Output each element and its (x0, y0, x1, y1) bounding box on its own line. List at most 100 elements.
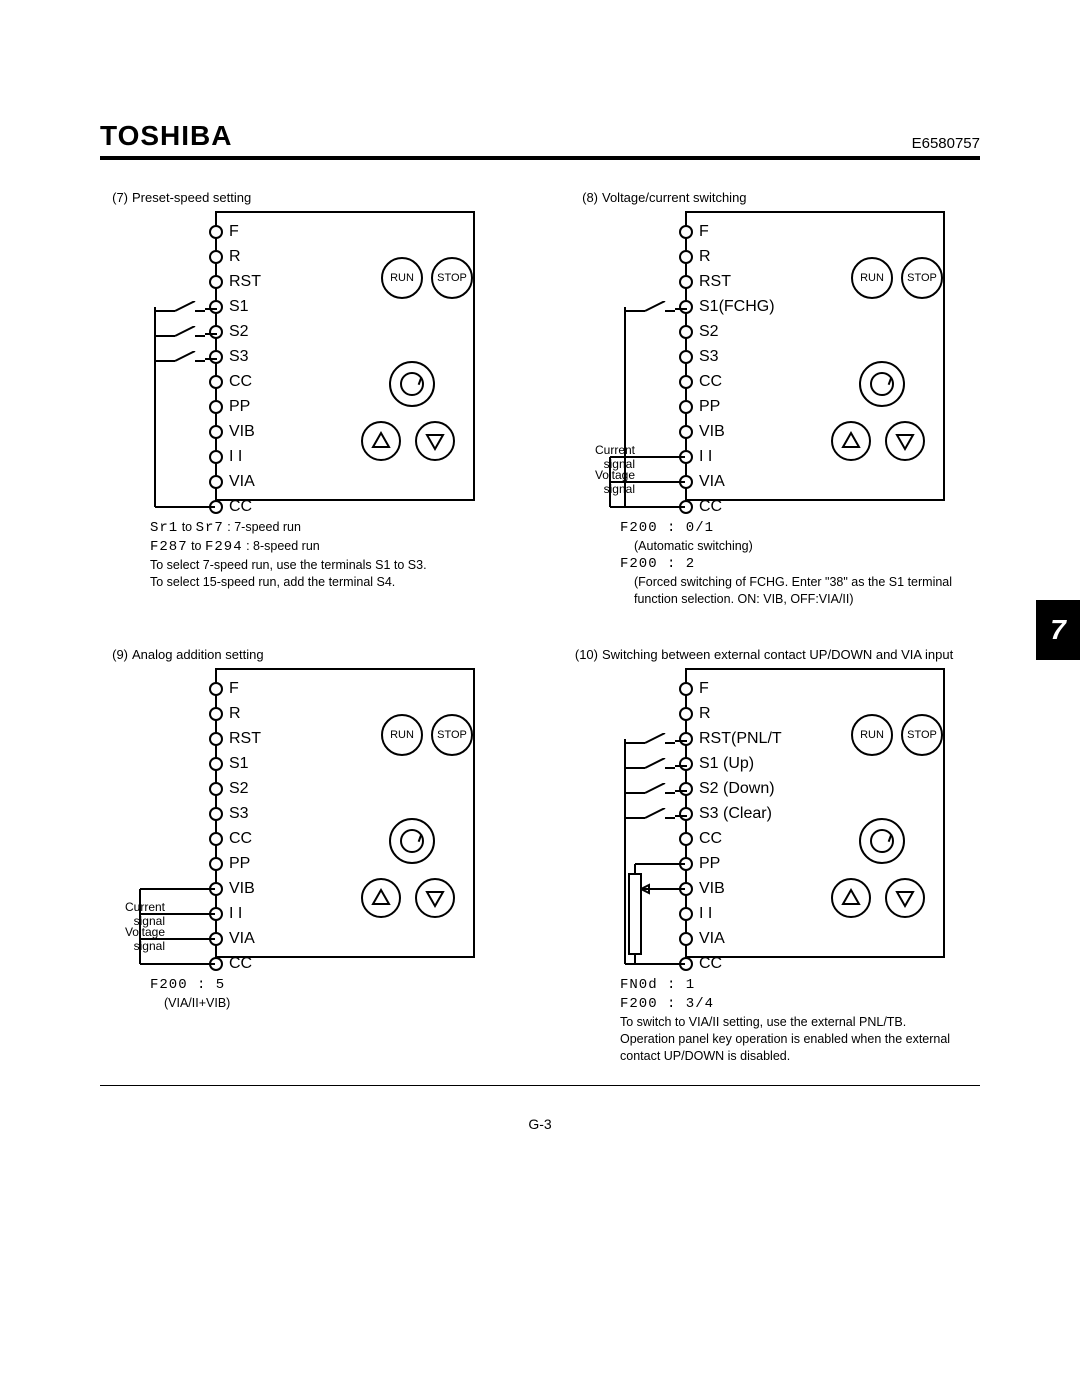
run-button[interactable]: RUN (851, 257, 893, 299)
terminal: R (221, 703, 261, 725)
run-button[interactable]: RUN (381, 714, 423, 756)
dial-knob-icon[interactable] (859, 361, 905, 407)
page-number: G-3 (100, 1116, 980, 1132)
terminal-label: F (229, 223, 239, 241)
run-button[interactable]: RUN (381, 257, 423, 299)
diagram-title: Voltage/current switching (602, 190, 747, 205)
diagram-notes: F200 : 5(VIA/II+VIB) (150, 976, 490, 1012)
down-button[interactable] (415, 421, 455, 461)
up-button[interactable] (361, 878, 401, 918)
terminal-label: CC (229, 830, 252, 848)
diagram-title: Analog addition setting (132, 647, 264, 662)
terminal: RST (221, 271, 261, 293)
stop-button[interactable]: STOP (431, 714, 473, 756)
terminal-label: CC (699, 498, 722, 516)
section-tab: 7 (1036, 600, 1080, 660)
run-button[interactable]: RUN (851, 714, 893, 756)
terminal-label: S1 (229, 298, 249, 316)
wiring-diagram: FR RST(PNL/T S1 (Up) S2 (Down) S3 (Clear) CC P… (595, 668, 955, 968)
diagram-number: (8) (570, 190, 598, 205)
terminal: I I (221, 446, 261, 468)
terminal-label: I I (699, 448, 712, 466)
up-button[interactable] (831, 878, 871, 918)
diagram-notes: Sr1 to Sr7 : 7-speed runF287 to F294 : 8… (150, 519, 490, 591)
dial-knob-icon[interactable] (389, 361, 435, 407)
terminal: CC (221, 371, 261, 393)
doc-id: E6580757 (912, 135, 980, 152)
terminal-label: R (229, 248, 241, 266)
terminal-label: S3 (229, 805, 249, 823)
terminal: R (691, 703, 782, 725)
terminal: S2 (221, 778, 261, 800)
diagram-number: (7) (100, 190, 128, 205)
terminal: I I (691, 446, 775, 468)
signal-label: Voltage signal (105, 925, 165, 953)
stop-button[interactable]: STOP (901, 714, 943, 756)
terminal-label: PP (229, 398, 250, 416)
down-button[interactable] (415, 878, 455, 918)
terminal: CC (691, 953, 782, 975)
terminal-label: I I (229, 448, 242, 466)
terminal-label: R (699, 248, 711, 266)
terminal-label: R (229, 705, 241, 723)
terminal: S1 (Up) (691, 753, 782, 775)
terminal: S3 (Clear) (691, 803, 782, 825)
terminal-label: S2 (Down) (699, 780, 775, 798)
contact-switch-icon (155, 301, 205, 316)
stop-button[interactable]: STOP (431, 257, 473, 299)
terminal: S2 (221, 321, 261, 343)
signal-label: Voltage signal (575, 468, 635, 496)
terminal-label: CC (229, 498, 252, 516)
contact-switch-icon (155, 326, 205, 341)
terminal-label: CC (229, 373, 252, 391)
terminal: PP (691, 853, 782, 875)
terminal-label: PP (229, 855, 250, 873)
terminal: PP (221, 853, 261, 875)
diagram-notes: FN0d : 1F200 : 3/4To switch to VIA/II se… (620, 976, 960, 1064)
terminal: S1 (221, 753, 261, 775)
terminal-label: S2 (229, 323, 249, 341)
footer-rule (100, 1085, 980, 1086)
terminal: VIA (221, 928, 261, 950)
diagram-title: Preset-speed setting (132, 190, 251, 205)
diagram-title: Switching between external contact UP/DO… (602, 647, 953, 662)
terminal: F (221, 221, 261, 243)
down-button[interactable] (885, 878, 925, 918)
diagram-notes: F200 : 0/1(Automatic switching)F200 : 2(… (620, 519, 960, 607)
wiring-diagram: FRRSTS1S2S3CCPPVIBI IVIACCRUN STOP (125, 211, 485, 511)
up-button[interactable] (361, 421, 401, 461)
terminal-label: VIA (229, 930, 255, 948)
up-button[interactable] (831, 421, 871, 461)
terminal: CC (691, 371, 775, 393)
terminal: F (691, 678, 782, 700)
wiring-diagram: FRRSTS1S2S3CCPPVIBI IVIACCRUN STOP Curre… (125, 668, 485, 968)
wiring-diagram: FRRSTS1(FCHG)S2S3CCPPVIBI IVIACCRUN STOP… (595, 211, 955, 511)
terminal: CC (221, 496, 261, 518)
terminal-label: CC (699, 830, 722, 848)
down-button[interactable] (885, 421, 925, 461)
terminal-label: RST(PNL/T (699, 730, 782, 748)
contact-switch-icon (155, 351, 205, 366)
terminal-label: RST (699, 273, 731, 291)
terminal: CC (691, 496, 775, 518)
diagram-number: (10) (570, 647, 598, 662)
terminal: VIB (691, 421, 775, 443)
diagram-number: (9) (100, 647, 128, 662)
terminal: R (221, 246, 261, 268)
terminal: S3 (221, 803, 261, 825)
terminal: S1 (221, 296, 261, 318)
stop-button[interactable]: STOP (901, 257, 943, 299)
terminal: CC (221, 953, 261, 975)
terminal-label: I I (699, 905, 712, 923)
terminal: CC (221, 828, 261, 850)
terminal: RST (221, 728, 261, 750)
terminal: VIB (221, 878, 261, 900)
terminal-label: S2 (229, 780, 249, 798)
terminal: S2 (691, 321, 775, 343)
terminal: RST (691, 271, 775, 293)
brand-logo: TOSHIBA (100, 120, 233, 152)
terminal-label: VIB (699, 423, 725, 441)
terminal-label: R (699, 705, 711, 723)
terminal: S2 (Down) (691, 778, 782, 800)
terminal-label: S3 (229, 348, 249, 366)
